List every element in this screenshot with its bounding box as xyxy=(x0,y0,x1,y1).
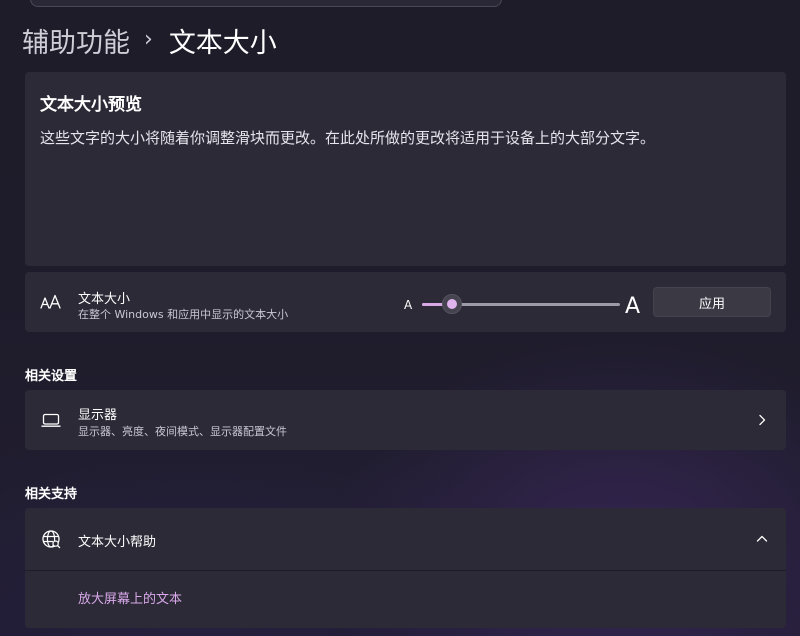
slider-min-label: A xyxy=(404,298,413,312)
slider-thumb[interactable] xyxy=(441,294,462,314)
preview-text: 这些文字的大小将随着你调整滑块而更改。在此处所做的更改将适用于设备上的大部分文字… xyxy=(40,129,656,147)
breadcrumb-parent[interactable]: 辅助功能 xyxy=(22,21,130,60)
search-box-edge[interactable] xyxy=(30,0,502,7)
globe-icon xyxy=(40,528,62,550)
display-title: 显示器 xyxy=(78,408,118,423)
text-size-subtitle: 在整个 Windows 和应用中显示的文本大小 xyxy=(78,308,289,321)
help-title: 文本大小帮助 xyxy=(78,535,157,550)
breadcrumb-separator: › xyxy=(144,26,153,52)
settings-page: 辅助功能 › 文本大小 文本大小预览 这些文字的大小将随着你调整滑块而更改。在此… xyxy=(0,0,800,636)
text-size-title: 文本大小 xyxy=(78,292,131,307)
help-expander-header[interactable]: 文本大小帮助 xyxy=(25,508,786,570)
slider-thumb-dot xyxy=(446,299,457,309)
slider-max-label: A xyxy=(625,294,641,319)
preview-title: 文本大小预览 xyxy=(40,95,142,115)
apply-button[interactable]: 应用 xyxy=(653,287,771,317)
text-size-help-expander: 文本大小帮助 放大屏幕上的文本 xyxy=(25,508,786,628)
text-size-preview-card: 文本大小预览 这些文字的大小将随着你调整滑块而更改。在此处所做的更改将适用于设备… xyxy=(25,72,786,266)
divider xyxy=(25,570,786,571)
text-size-icon xyxy=(40,291,62,313)
page-title: 文本大小 xyxy=(168,27,277,59)
related-settings-heading: 相关设置 xyxy=(25,369,78,384)
breadcrumb: 辅助功能 › 文本大小 xyxy=(22,20,277,60)
help-link-magnify-text[interactable]: 放大屏幕上的文本 xyxy=(78,588,182,607)
chevron-right-icon xyxy=(756,414,768,426)
chevron-up-icon[interactable] xyxy=(756,533,768,545)
display-subtitle: 显示器、亮度、夜间模式、显示器配置文件 xyxy=(78,425,287,438)
monitor-icon xyxy=(40,409,62,431)
text-size-slider[interactable] xyxy=(422,294,620,314)
related-support-heading: 相关支持 xyxy=(25,487,78,502)
display-settings-row[interactable]: 显示器 显示器、亮度、夜间模式、显示器配置文件 xyxy=(25,390,786,450)
text-size-setting-row: 文本大小 在整个 Windows 和应用中显示的文本大小 A A 应用 xyxy=(25,272,786,332)
